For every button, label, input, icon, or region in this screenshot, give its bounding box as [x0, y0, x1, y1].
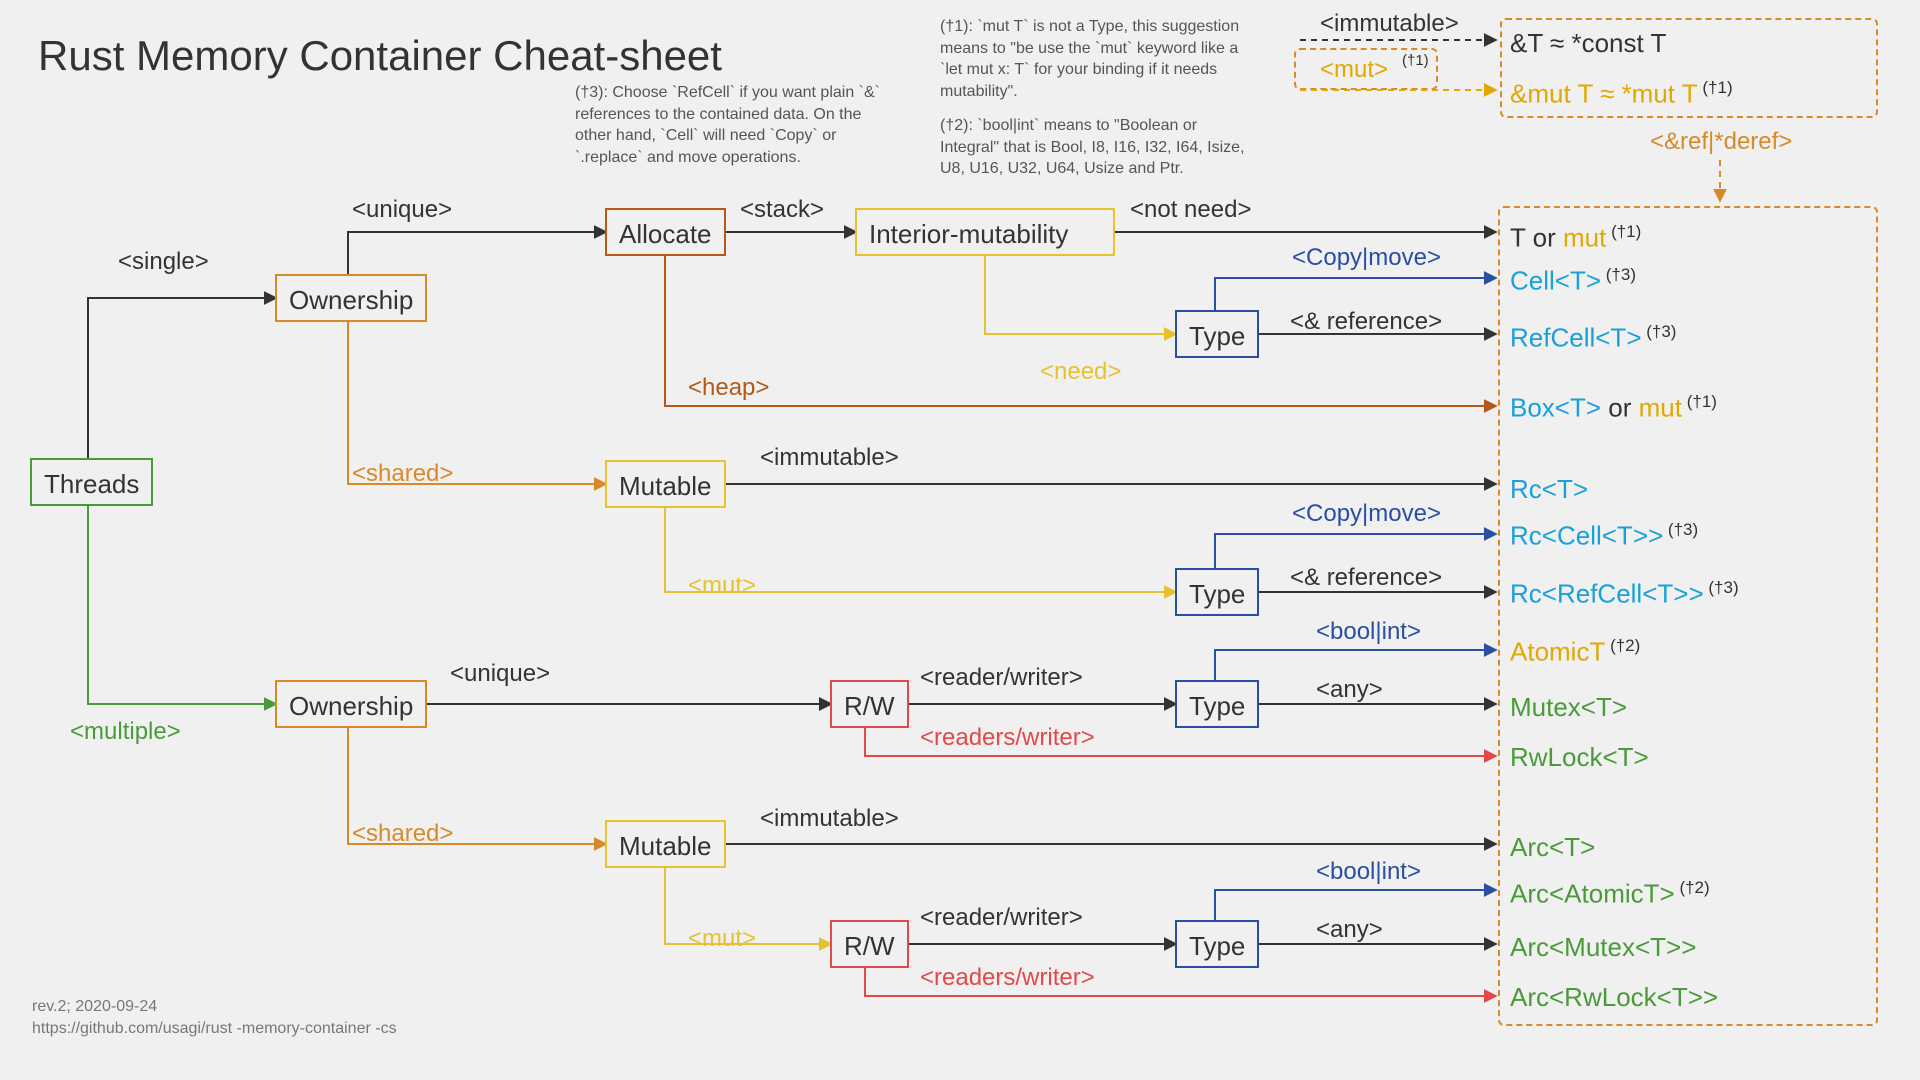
edge-label-heap: <heap>	[688, 374, 769, 402]
edge-label-stack: <stack>	[740, 196, 824, 224]
edge-label-boolint1: <bool|int>	[1316, 618, 1421, 646]
node-own2: Ownership	[275, 680, 427, 728]
edge-label-immut2: <immutable>	[760, 805, 899, 833]
edge-1	[88, 506, 275, 704]
node-own1: Ownership	[275, 274, 427, 322]
footnote-1: (†1): `mut T` is not a Type, this sugges…	[940, 16, 1250, 102]
result-r_ArcMutex: Arc<Mutex<T>>	[1510, 932, 1696, 963]
edge-label-refderef: <&ref|*deref>	[1650, 128, 1792, 156]
edge-label-shared1: <shared>	[352, 460, 453, 488]
node-type3: Type	[1175, 680, 1259, 728]
node-threads: Threads	[30, 458, 153, 506]
node-type2: Type	[1175, 568, 1259, 616]
node-alloc: Allocate	[605, 208, 726, 256]
edge-2	[348, 232, 605, 274]
result-r_Arc: Arc<T>	[1510, 832, 1595, 863]
edge-label-need: <need>	[1040, 358, 1121, 386]
result-r_T: T or mut (†1)	[1510, 222, 1641, 254]
node-mut2: Mutable	[605, 820, 726, 868]
node-intmut: Interior-mutability	[855, 208, 1115, 256]
edge-label-single: <single>	[118, 248, 209, 276]
node-mut1: Mutable	[605, 460, 726, 508]
edge-label-copymove1: <Copy|move>	[1292, 244, 1441, 272]
edge-label-copymove2: <Copy|move>	[1292, 500, 1441, 528]
result-r_RwLock: RwLock<T>	[1510, 742, 1649, 773]
edge-label-readerw2: <reader/writer>	[920, 904, 1083, 932]
revision-text: rev.2; 2020-09-24	[32, 998, 157, 1016]
edge-label-any2: <any>	[1316, 916, 1383, 944]
footnote-2: (†2): `bool|int` means to "Boolean or In…	[940, 115, 1250, 180]
node-type4: Type	[1175, 920, 1259, 968]
edge-label-multiple: <multiple>	[70, 718, 181, 746]
result-r_Cell: Cell<T> (†3)	[1510, 265, 1636, 297]
result-r_ArcAtomic: Arc<AtomicT> (†2)	[1510, 878, 1710, 910]
result-r_Atomic: AtomicT (†2)	[1510, 636, 1640, 668]
node-type1: Type	[1175, 310, 1259, 358]
result-r_mut: &mut T ≈ *mut T (†1)	[1510, 78, 1733, 110]
result-r_ArcRwLock: Arc<RwLock<T>>	[1510, 982, 1718, 1013]
edge-label-mutTopDag: (†1)	[1402, 52, 1429, 69]
edge-label-mutTop: <mut>	[1320, 56, 1388, 84]
result-r_immut: &T ≈ *const T	[1510, 28, 1666, 59]
edge-0	[88, 298, 275, 458]
result-r_RefCell: RefCell<T> (†3)	[1510, 322, 1676, 354]
footnote-3: (†3): Choose `RefCell` if you want plain…	[575, 82, 885, 168]
result-r_RcRefCell: Rc<RefCell<T>> (†3)	[1510, 578, 1739, 610]
edge-15	[1215, 278, 1495, 310]
edge-label-shared2: <shared>	[352, 820, 453, 848]
edge-label-boolint2: <bool|int>	[1316, 858, 1421, 886]
edge-label-immutTop: <immutable>	[1320, 10, 1459, 38]
result-r_Rc: Rc<T>	[1510, 474, 1588, 505]
edge-label-any1: <any>	[1316, 676, 1383, 704]
source-url: https://github.com/usagi/rust -memory-co…	[32, 1020, 397, 1038]
edge-label-readerw1: <reader/writer>	[920, 664, 1083, 692]
edge-label-ref2: <& reference>	[1290, 564, 1442, 592]
result-r_Mutex: Mutex<T>	[1510, 692, 1627, 723]
edge-14	[985, 256, 1175, 334]
edge-label-unique1: <unique>	[352, 196, 452, 224]
edge-label-unique2: <unique>	[450, 660, 550, 688]
edge-label-readersw2: <readers/writer>	[920, 964, 1095, 992]
node-rw2: R/W	[830, 920, 909, 968]
edge-label-notneed: <not need>	[1130, 196, 1251, 224]
result-r_RcCell: Rc<Cell<T>> (†3)	[1510, 520, 1698, 552]
page-title: Rust Memory Container Cheat-sheet	[38, 32, 722, 80]
edge-17	[1215, 534, 1495, 568]
edge-label-immut1: <immutable>	[760, 444, 899, 472]
edge-label-readersw1: <readers/writer>	[920, 724, 1095, 752]
node-rw1: R/W	[830, 680, 909, 728]
edge-label-mutlbl2: <mut>	[688, 925, 756, 953]
edge-label-ref1: <& reference>	[1290, 308, 1442, 336]
result-r_Box: Box<T> or mut (†1)	[1510, 392, 1717, 424]
edge-label-mutlbl1: <mut>	[688, 572, 756, 600]
